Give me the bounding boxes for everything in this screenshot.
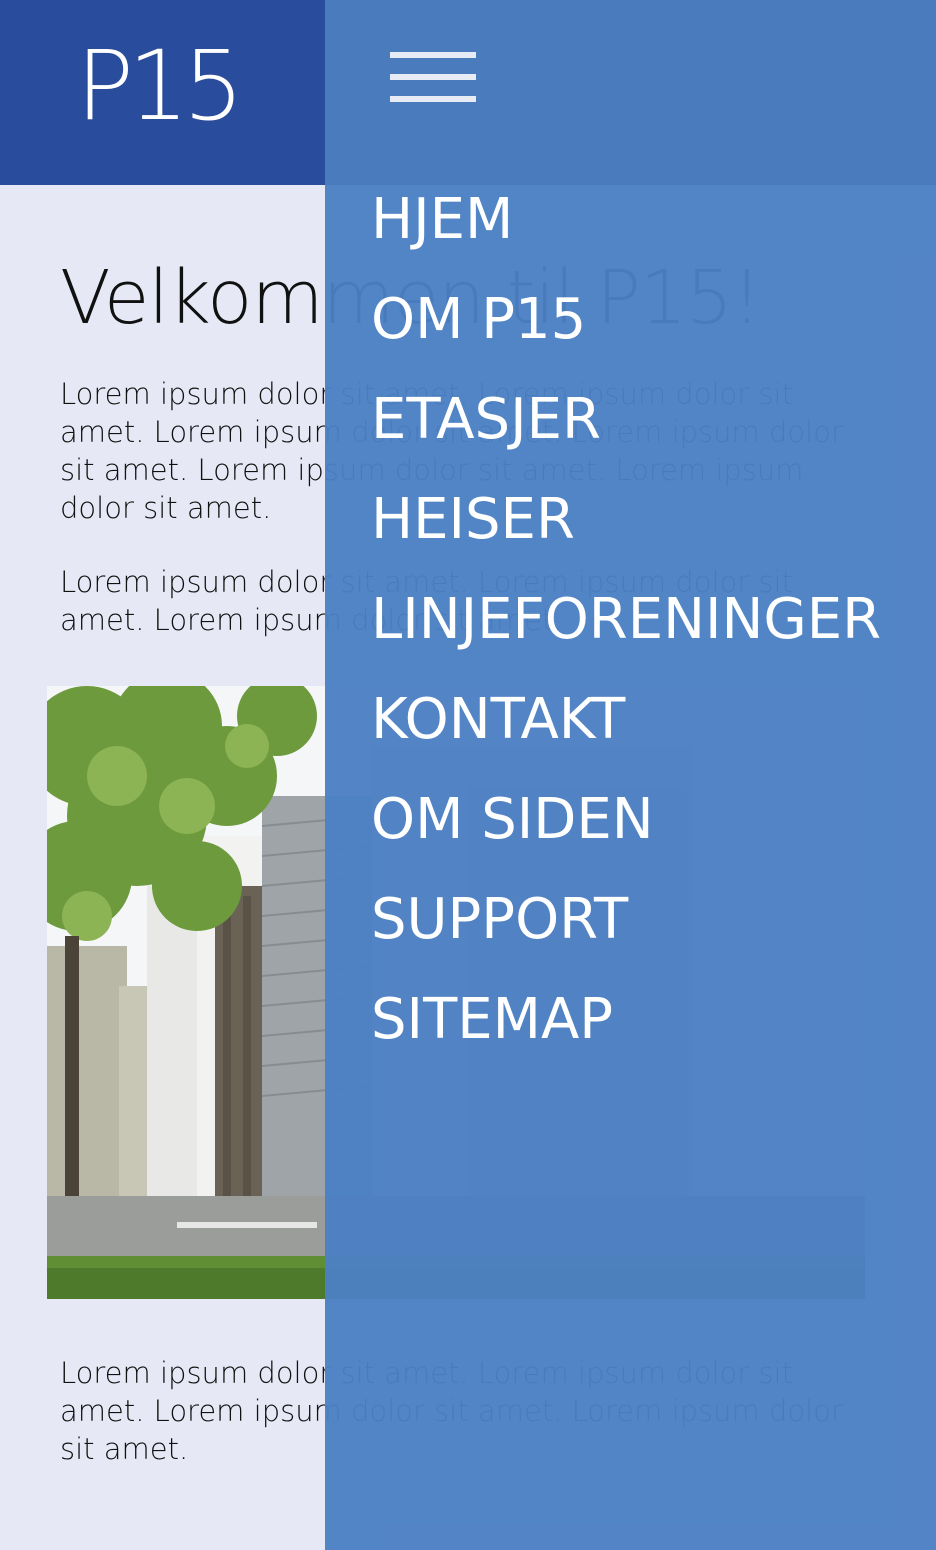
menu-item-support[interactable]: SUPPORT [371, 885, 881, 985]
menu-item-etasjer[interactable]: ETASJER [371, 385, 881, 485]
menu-item-om-p15[interactable]: OM P15 [371, 285, 881, 385]
slide-out-menu: HJEM OM P15 ETASJER HEISER LINJEFORENING… [325, 0, 936, 1550]
menu-header [325, 0, 936, 185]
menu-item-sitemap[interactable]: SITEMAP [371, 985, 881, 1085]
menu-item-hjem[interactable]: HJEM [371, 185, 881, 285]
logo[interactable]: P15 [76, 38, 244, 134]
menu-item-om-siden[interactable]: OM SIDEN [371, 785, 881, 885]
menu-item-heiser[interactable]: HEISER [371, 485, 881, 585]
menu-item-kontakt[interactable]: KONTAKT [371, 685, 881, 785]
hamburger-icon[interactable] [390, 52, 476, 104]
menu-item-linjeforeninger[interactable]: LINJEFORENINGER [371, 585, 881, 685]
menu-list: HJEM OM P15 ETASJER HEISER LINJEFORENING… [371, 185, 881, 1085]
